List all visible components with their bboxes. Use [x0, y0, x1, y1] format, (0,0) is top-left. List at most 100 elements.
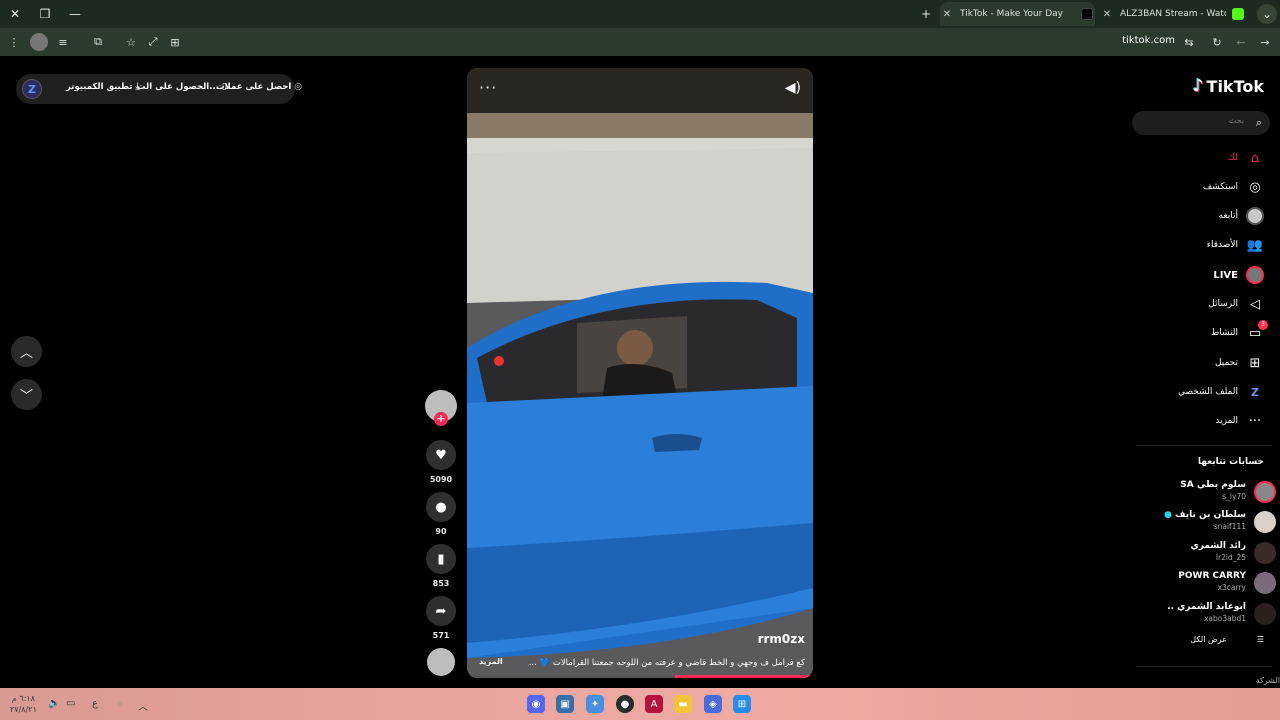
get-app-link[interactable]: الحصول على الت... ▯ [137, 82, 227, 92]
account-name: رائد الشمري [1190, 541, 1246, 551]
creator-avatar[interactable]: + [424, 390, 458, 426]
bookmark-icon[interactable]: ▮ [426, 544, 456, 574]
nav-live[interactable]: LIVE [1213, 265, 1264, 285]
network-icon[interactable]: ▭ [66, 698, 75, 709]
security-icon[interactable]: ◆ [116, 698, 124, 709]
video-player[interactable]: ··· ◀) rrm0zx كع فرامل ف وجهي و الخط قاض… [467, 68, 813, 678]
close-tab-icon[interactable]: ✕ [1100, 9, 1114, 20]
adobe-icon[interactable]: A [645, 695, 663, 713]
reading-list-icon[interactable]: ≡ [54, 33, 72, 51]
close-window-icon[interactable]: ✕ [5, 4, 25, 24]
account-id: lr2id_25 [1215, 553, 1246, 562]
nav-friends[interactable]: 👥 الأصدقاء [1207, 235, 1264, 255]
search-input[interactable] [1144, 116, 1244, 125]
comment-icon[interactable]: ● [426, 492, 456, 522]
save-count: 853 [432, 579, 450, 588]
video-author[interactable]: rrm0zx [758, 632, 805, 646]
follow-plus-icon[interactable]: + [434, 412, 448, 426]
company-link[interactable]: الشركة [1256, 676, 1280, 685]
live-icon [1246, 266, 1264, 284]
new-tab-icon[interactable]: + [916, 4, 936, 24]
clock[interactable]: ٦:١٨ م ٢٧/٨/٢١ [10, 693, 37, 715]
windows-taskbar: ٦:١٨ م ٢٧/٨/٢١ 🔈 ▭ ع ◆ ︿ ◉ ▣ ✦ ● A ▬ ◈ ⊞ [0, 688, 1280, 720]
tiktok-logo[interactable]: ♪ TikTok [1193, 76, 1264, 96]
like-action[interactable]: ♥ 5090 [424, 440, 458, 484]
save-action[interactable]: ▮ 853 [424, 544, 458, 588]
file-explorer-icon[interactable]: ▬ [674, 695, 692, 713]
nav-activity[interactable]: ▭ 3 النشاط [1211, 320, 1268, 343]
caption-more-link[interactable]: المزيد [479, 657, 503, 666]
promo-bar: Z تطبيق الكمبيوتر ⤓ الحصول على الت... ▯ اح… [16, 74, 302, 104]
chevron-down-icon: ﹀ [19, 389, 33, 404]
nav-for-you[interactable]: ⌂ لك [1228, 148, 1264, 168]
tiktok-note-icon: ♪ [1192, 76, 1204, 96]
windows-start-icon[interactable]: ⊞ [733, 695, 751, 713]
bookmark-star-icon[interactable]: ☆ [122, 33, 140, 51]
tab-alz3ban[interactable]: ✕ ALZ3BAN Stream - Watch Live [1100, 2, 1250, 26]
search-box[interactable]: ⌕ [1132, 111, 1270, 135]
app-icon[interactable]: ✦ [586, 695, 604, 713]
next-video-button[interactable]: ﹀ [11, 379, 42, 410]
z-logo-icon[interactable]: Z [22, 79, 42, 99]
obs-icon[interactable]: ● [616, 695, 634, 713]
search-icon[interactable]: ⌕ [1256, 116, 1262, 130]
desktop-app-link[interactable]: تطبيق الكمبيوتر ⤓ [66, 82, 140, 92]
followed-account[interactable]: POWR CARRY x3carry [1130, 570, 1276, 596]
share-action[interactable]: ➦ 571 [424, 596, 458, 640]
tab-search-icon[interactable]: ⌄ [1257, 4, 1277, 24]
video-options-icon[interactable]: ··· [479, 78, 497, 97]
address-bar[interactable]: tiktok.com [1122, 35, 1175, 46]
video-progress-bar[interactable] [467, 675, 813, 678]
avatar [1254, 572, 1276, 594]
back-icon[interactable]: ← [1232, 33, 1250, 51]
translate-icon[interactable]: ⊞ [166, 33, 184, 51]
previous-video-button[interactable]: ︿ [11, 336, 42, 367]
forward-icon[interactable]: → [1256, 33, 1274, 51]
nav-messages[interactable]: ◁ الرسائل [1208, 294, 1264, 314]
send-icon: ◁ [1250, 296, 1260, 312]
music-disc-icon[interactable] [427, 648, 455, 676]
avatar [1254, 603, 1276, 625]
app-icon[interactable]: ◈ [704, 695, 722, 713]
get-coins-link[interactable]: احصل على عملات ◎ [216, 82, 302, 92]
followed-account[interactable]: سلوم بطي SA s_ly70 [1130, 479, 1276, 505]
nav-explore[interactable]: ◎ استكشف [1203, 177, 1264, 197]
following-accounts-title: حسابات تتابعها [1197, 457, 1264, 467]
see-all-button[interactable]: ☰ عرض الكل [1190, 635, 1264, 644]
screenshot-icon[interactable]: ⤢ [144, 33, 162, 51]
nav-upload[interactable]: ⊞ تحميل [1215, 353, 1264, 373]
discord-icon[interactable]: ◉ [527, 695, 545, 713]
divider [1136, 445, 1272, 446]
nav-following[interactable]: أتابعه [1219, 206, 1264, 226]
show-hidden-icons[interactable]: ︿ [138, 698, 148, 713]
site-settings-icon[interactable]: ⇆ [1180, 33, 1198, 51]
extensions-icon[interactable]: ⧉ [89, 33, 107, 51]
restore-window-icon[interactable]: ❐ [35, 4, 55, 24]
nav-more[interactable]: ··· المزيد [1215, 411, 1264, 431]
comment-action[interactable]: ● 90 [424, 492, 458, 536]
menu-dots-icon[interactable]: ⋮ [5, 33, 23, 51]
nav-profile[interactable]: Z الملف الشخصي [1178, 382, 1264, 402]
followed-account[interactable]: ابوعابد الشمري .. xabo3abd1 [1130, 601, 1276, 627]
tab-tiktok[interactable]: ✕ TikTok - Make Your Day [940, 2, 1095, 26]
input-language[interactable]: ع [92, 698, 98, 709]
friends-icon: 👥 [1246, 237, 1264, 253]
share-icon[interactable]: ➦ [426, 596, 456, 626]
followed-account[interactable]: رائد الشمري lr2id_25 [1130, 540, 1276, 566]
heart-icon[interactable]: ♥ [426, 440, 456, 470]
mute-icon[interactable]: ◀) [785, 80, 801, 96]
reload-icon[interactable]: ↻ [1208, 33, 1226, 51]
avatar[interactable]: + [425, 390, 457, 426]
followed-account[interactable]: سلطان بن نايف ● snaif111 [1130, 509, 1276, 535]
app-icon[interactable]: ▣ [556, 695, 574, 713]
video-frame [467, 68, 813, 678]
volume-icon[interactable]: 🔈 [48, 698, 60, 709]
profile-avatar-icon[interactable] [30, 33, 48, 51]
chevron-up-icon: ︿ [19, 346, 33, 361]
avatar [1254, 511, 1276, 533]
music-disc[interactable] [424, 648, 458, 676]
close-tab-icon[interactable]: ✕ [940, 9, 954, 20]
tiktok-page: Z تطبيق الكمبيوتر ⤓ الحصول على الت... ▯ اح… [0, 56, 1280, 688]
minimize-window-icon[interactable]: — [65, 4, 85, 24]
sidebar: ♪ TikTok ⌕ ⌂لك ◎استكشف أتابعه 👥الأصدقاء … [1128, 56, 1280, 688]
